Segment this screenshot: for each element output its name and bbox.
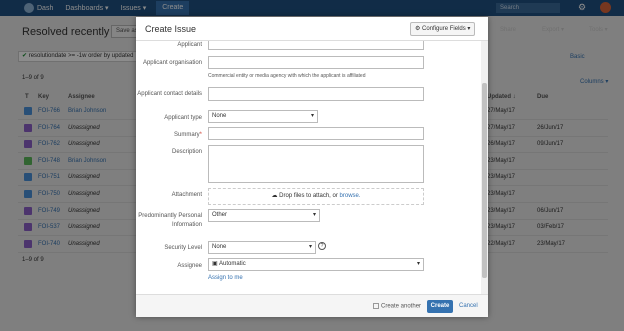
assignee-value: Automatic [219,261,246,267]
attachment-dropzone[interactable]: ☁ Drop files to attach, or browse. [208,188,424,205]
create-issue-dialog: Create Issue ⚙ Configure Fields ▾ Applic… [136,17,488,317]
organisation-field[interactable] [208,56,424,69]
dialog-header: Create Issue ⚙ Configure Fields ▾ [136,17,488,41]
create-another-label: Create another [381,303,422,310]
configure-fields-button[interactable]: ⚙ Configure Fields ▾ [410,22,476,36]
help-icon[interactable]: ? [318,242,326,250]
dialog-title: Create Issue [145,24,197,34]
security-select[interactable]: None [208,241,316,254]
type-select[interactable]: None [208,110,318,123]
create-another-checkbox[interactable]: Create another [373,303,421,310]
summary-label-text: Summary [173,132,200,138]
contact-label: Applicant contact details [137,91,202,97]
dialog-body: Applicant Applicant organisation Commerc… [136,41,488,294]
dialog-scrollbar-thumb[interactable] [482,83,487,278]
applicant-label: Applicant [177,42,202,48]
type-label: Applicant type [164,115,202,121]
pii-label: Predominantly Personal Information [138,213,202,228]
attachment-label: Attachment [171,192,202,198]
summary-label: Summary* [136,131,202,140]
assignee-select[interactable]: ▣ Automatic [208,258,424,271]
contact-field[interactable] [208,87,424,101]
cloud-upload-icon: ☁ [271,193,280,199]
pii-select[interactable]: Other [208,209,320,222]
create-button[interactable]: Create [427,300,453,313]
user-icon: ▣ [212,261,220,267]
organisation-label: Applicant organisation [142,60,202,66]
applicant-field[interactable] [208,41,424,50]
assign-to-me-link[interactable]: Assign to me [208,275,243,281]
cancel-button[interactable]: Cancel [459,303,478,309]
required-icon: * [199,132,202,138]
assignee-label: Assignee [177,263,202,269]
browse-link[interactable]: browse. [340,193,361,199]
drop-text: Drop files to attach, or [279,193,340,199]
description-field[interactable] [208,145,424,183]
description-label: Description [171,149,202,155]
organisation-help: Commercial entity or media agency with w… [208,73,366,79]
checkbox-icon [373,303,379,309]
security-label: Security Level [164,245,202,251]
summary-field[interactable] [208,127,424,140]
dialog-footer: Create another Create Cancel [136,294,488,317]
